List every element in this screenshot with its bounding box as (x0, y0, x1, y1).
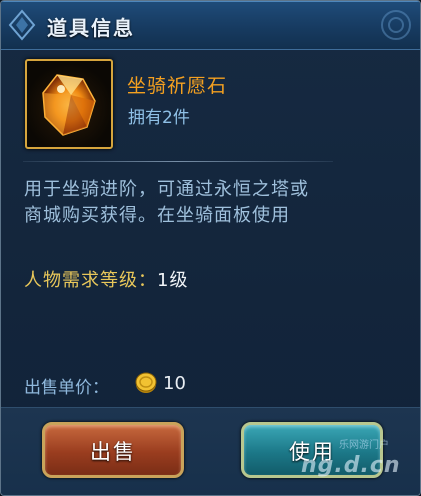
gem-icon (42, 74, 96, 136)
panel-title: 道具信息 (47, 16, 135, 40)
item-icon-slot[interactable] (25, 59, 113, 149)
level-requirement-label: 人物需求等级： (24, 270, 157, 291)
gold-coin-icon (135, 372, 157, 393)
item-name: 坐骑祈愿石 (127, 75, 228, 97)
divider (23, 161, 333, 162)
item-description: 用于坐骑进阶，可通过永恒之塔或商城购买获得。在坐骑面板使用 (24, 179, 309, 226)
sell-button[interactable]: 出售 (42, 422, 184, 478)
level-requirement-value: 1级 (157, 270, 189, 291)
watermark-tag: 乐网游门户 (339, 440, 389, 451)
sell-price-label: 出售单价： (24, 378, 109, 398)
item-count: 拥有2件 (128, 108, 190, 128)
panel-header: 道具信息 (1, 1, 420, 50)
sell-price-value: 10 (163, 373, 186, 394)
header-pattern-icon (381, 10, 411, 40)
level-requirement: 人物需求等级：1级 (24, 266, 188, 292)
ornament-icon (8, 9, 36, 41)
item-info-panel: 道具信息 坐骑祈愿石 拥有2件 用于坐骑进阶，可通过永恒之塔或商城购买获得。在坐… (0, 0, 421, 496)
watermark: ng.d.cn (301, 453, 401, 478)
